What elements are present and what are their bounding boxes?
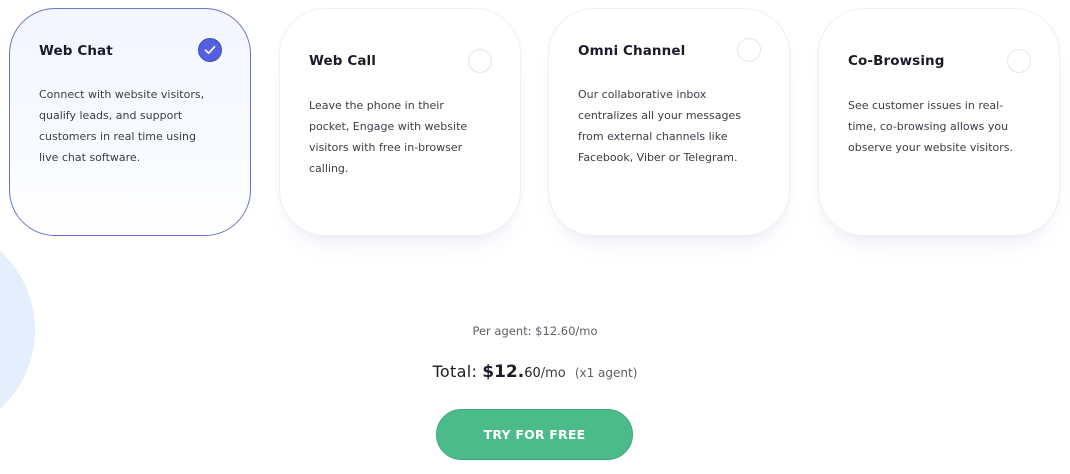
total-price-period: /mo <box>540 366 566 381</box>
product-card-omni-channel[interactable]: Omni Channel Our collaborative inbox cen… <box>548 8 790 236</box>
card-title: Omni Channel <box>578 43 686 59</box>
agent-count: (x1 agent) <box>574 366 638 380</box>
product-card-co-browsing[interactable]: Co-Browsing See customer issues in real-… <box>818 8 1060 236</box>
card-select-checkbox[interactable] <box>737 38 761 62</box>
total-label: Total: <box>432 362 478 381</box>
checkmark-icon <box>204 45 216 55</box>
per-agent-price: Per agent: $12.60/mo <box>472 324 598 338</box>
card-description: Our collaborative inbox centralizes all … <box>578 88 741 164</box>
card-select-checkbox[interactable] <box>468 49 492 73</box>
total-price: Total: $12.60/mo (x1 agent) <box>0 362 1070 382</box>
card-select-checkbox[interactable] <box>1007 49 1031 73</box>
product-card-web-call[interactable]: Web Call Leave the phone in their pocket… <box>279 8 521 236</box>
card-description: Connect with website visitors, qualify l… <box>39 88 205 164</box>
card-title: Web Call <box>309 53 377 69</box>
total-price-decimal: 60 <box>524 366 541 381</box>
card-select-checkbox[interactable] <box>198 38 222 62</box>
try-for-free-button[interactable]: TRY FOR FREE <box>436 409 633 460</box>
card-description: Leave the phone in their pocket, Engage … <box>309 99 468 175</box>
card-description: See customer issues in real-time, co-bro… <box>848 99 1013 154</box>
card-title: Co-Browsing <box>848 53 945 69</box>
pricing-page: Web Chat Connect with website visitors, … <box>0 0 1070 474</box>
product-card-web-chat[interactable]: Web Chat Connect with website visitors, … <box>9 8 251 236</box>
total-price-integer: $12. <box>482 362 525 382</box>
card-title: Web Chat <box>39 43 113 59</box>
